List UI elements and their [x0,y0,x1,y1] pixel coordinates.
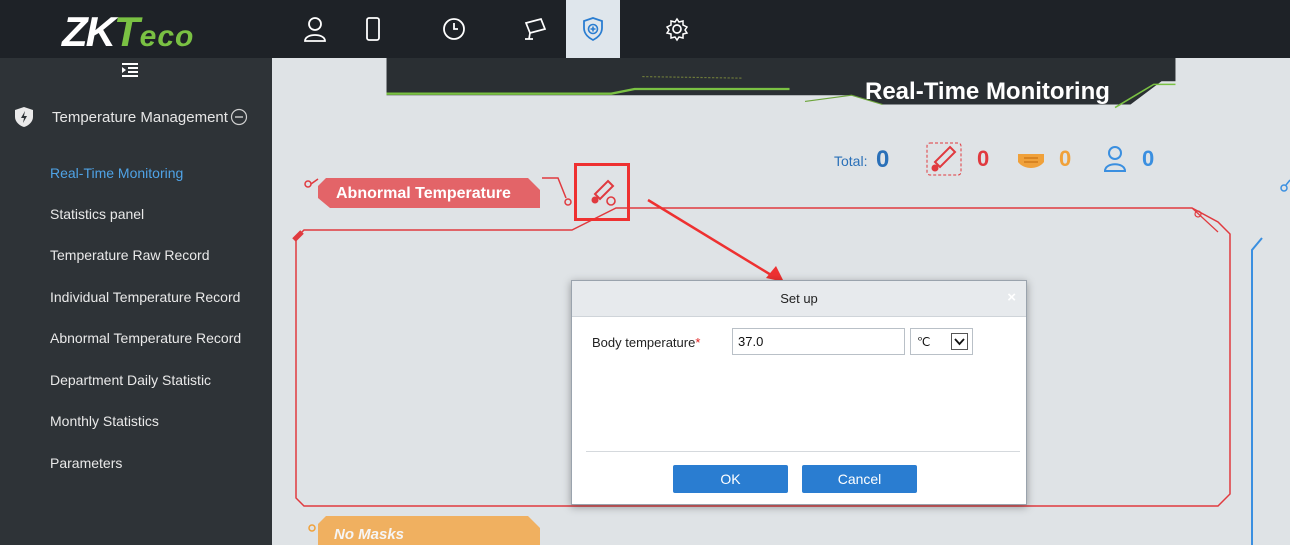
sidebar-item-real-time-monitoring[interactable]: Real-Time Monitoring [50,165,183,181]
sidebar-group-label: Temperature Management [52,108,228,126]
sidebar-group-temperature-management[interactable]: Temperature Management [0,98,272,136]
dialog-titlebar[interactable]: Set up × [572,281,1026,317]
unit-value: ℃ [917,335,931,349]
sidebar-item-abnormal-temperature-record[interactable]: Abnormal Temperature Record [50,330,241,346]
person-icon[interactable] [288,0,342,58]
temperature-unit-select[interactable]: ℃ [910,328,973,355]
ok-button[interactable]: OK [673,465,788,493]
zkteco-logo: ZKTeco [62,8,195,55]
sidebar-item-statistics-panel[interactable]: Statistics panel [50,206,144,222]
menu-collapse-icon[interactable] [120,62,140,83]
close-icon[interactable]: × [1007,289,1016,306]
sidebar-item-parameters[interactable]: Parameters [50,455,122,471]
sidebar-item-temperature-raw-record[interactable]: Temperature Raw Record [50,247,210,263]
top-navigation-bar: ZKTeco [0,0,1290,58]
gear-icon[interactable] [650,0,704,58]
sidebar-item-department-daily-statistic[interactable]: Department Daily Statistic [50,372,211,388]
clock-icon[interactable] [427,0,481,58]
shield-plus-icon [583,17,603,42]
body-temperature-input[interactable] [732,328,905,355]
sidebar-item-individual-temperature-record[interactable]: Individual Temperature Record [50,289,240,305]
setup-dialog: Set up × Body temperature* ℃ OK Cancel [571,280,1027,505]
chevron-down-icon[interactable] [951,333,968,350]
page-title: Real-Time Monitoring [865,78,1110,105]
thermometer-settings-icon[interactable] [588,178,618,208]
header-decoration [386,58,1176,109]
dialog-divider [586,451,1020,452]
body-temperature-label: Body temperature* [592,335,700,350]
collapse-minus-icon[interactable] [230,108,248,126]
shield-icon [15,107,33,127]
required-mark: * [695,335,701,350]
abnormal-temperature-title: Abnormal Temperature [336,185,511,202]
body-temperature-label-text: Body temperature [592,335,696,350]
camera-icon[interactable] [508,0,562,58]
annotation-arrow [647,198,784,282]
sidebar-item-monthly-statistics[interactable]: Monthly Statistics [50,413,159,429]
no-masks-title: No Masks [334,526,405,543]
temperature-module-tab[interactable] [566,0,620,58]
cancel-button[interactable]: Cancel [802,465,917,493]
dialog-title: Set up [780,291,818,306]
door-icon[interactable] [346,0,400,58]
sidebar: Temperature Management Real-Time Monitor… [0,58,272,545]
